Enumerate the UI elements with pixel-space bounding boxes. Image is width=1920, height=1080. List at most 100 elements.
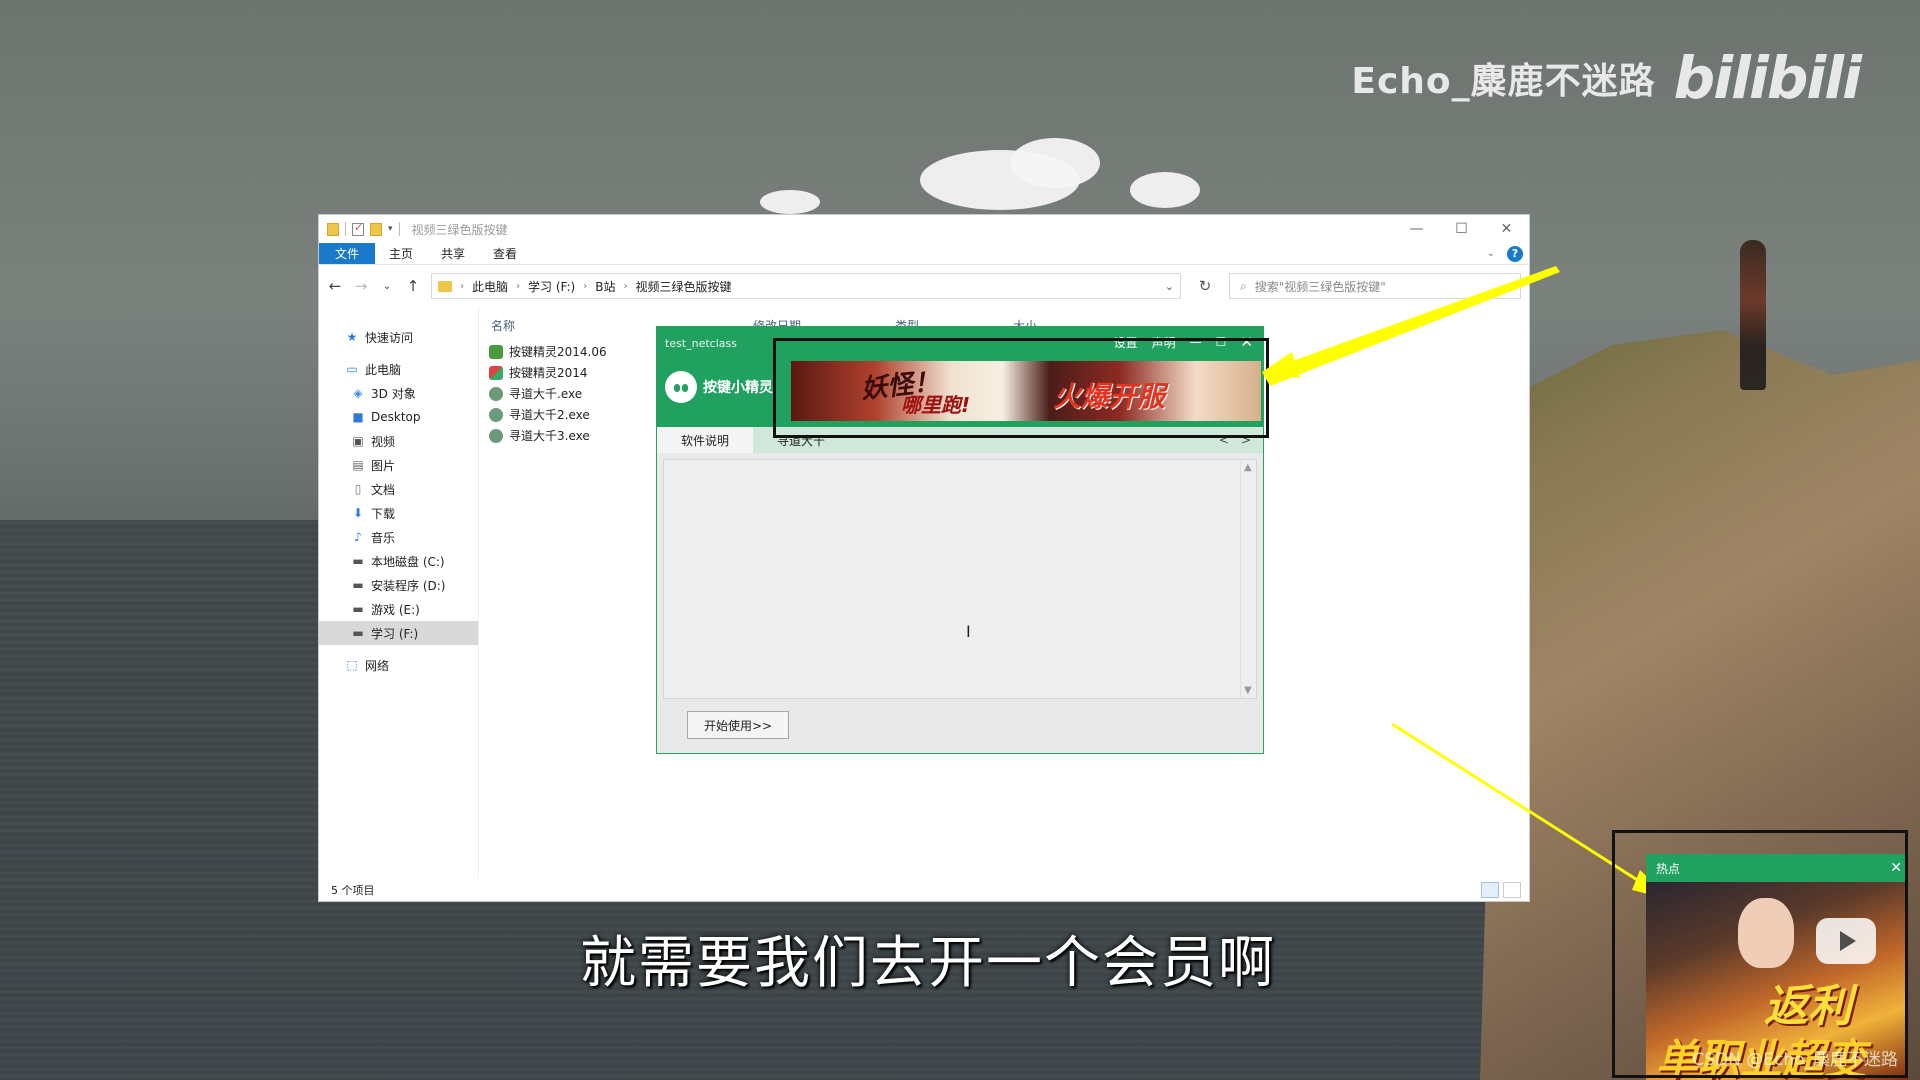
close-button[interactable]: ✕ [1484, 215, 1529, 243]
start-button[interactable]: 开始使用>> [687, 711, 789, 739]
exe-file-icon [489, 428, 503, 443]
expand-ribbon-icon[interactable]: ⌄ [1487, 248, 1495, 259]
address-dropdown-icon[interactable]: ⌄ [1165, 280, 1174, 293]
file-name: 按键精灵2014.06 [509, 345, 607, 359]
recent-locations-icon[interactable]: ⌄ [379, 281, 395, 292]
picture-icon: ▤ [352, 458, 364, 472]
app-title: test_netclass [665, 337, 737, 350]
file-row[interactable]: 按键精灵2014.06 [489, 341, 607, 362]
explorer-titlebar: ▾ 视频三绿色版按键 — ☐ ✕ [319, 215, 1529, 243]
document-icon: ▯ [354, 482, 362, 496]
nav-videos[interactable]: ▣ 视频 [319, 429, 478, 453]
watermark-author: Echo_麋鹿不迷路 [1351, 61, 1656, 102]
nav-label: 文档 [371, 482, 396, 497]
scroll-down-icon[interactable]: ▼ [1244, 685, 1252, 696]
drive-icon: ▬ [352, 578, 364, 592]
help-icon[interactable]: ? [1507, 245, 1523, 262]
nav-label: 安装程序 (D:) [371, 578, 446, 593]
download-icon: ⬇ [352, 506, 364, 520]
large-icons-view-icon[interactable] [1503, 882, 1521, 898]
maximize-button[interactable]: ☐ [1439, 215, 1484, 243]
nav-label: 游戏 (E:) [371, 602, 420, 617]
background-person [1740, 240, 1766, 390]
nav-this-pc[interactable]: ▭ 此电脑 [319, 357, 478, 381]
drive-icon: ▬ [352, 602, 364, 616]
back-icon[interactable]: ← [327, 277, 343, 295]
background-splash [1130, 172, 1200, 208]
ribbon-right: ⌄ ? [1487, 243, 1529, 264]
folder-icon [327, 222, 339, 236]
nav-label: 网络 [365, 658, 390, 673]
breadcrumb-bzhan[interactable]: B站 [595, 278, 615, 295]
nav-3d-objects[interactable]: ◈ 3D 对象 [319, 381, 478, 405]
nav-documents[interactable]: ▯ 文档 [319, 477, 478, 501]
file-row[interactable]: 寻道大千.exe [489, 383, 607, 404]
quick-access-dropdown-icon[interactable]: ▾ [388, 224, 393, 234]
file-name: 寻道大千.exe [509, 387, 583, 401]
ribbon-tabs: 文件 主页 共享 查看 ⌄ ? [319, 243, 1529, 265]
nav-desktop[interactable]: ■ Desktop [319, 405, 478, 429]
nav-drive-f[interactable]: ▬ 学习 (F:) [319, 621, 478, 645]
file-row[interactable]: 寻道大千2.exe [489, 404, 607, 425]
search-placeholder: 搜索"视频三绿色版按键" [1254, 279, 1386, 294]
navigation-pane: ★ 快速访问 ▭ 此电脑 ◈ 3D 对象 ■ Desktop ▣ 视频 ▤ 图片 [319, 307, 479, 879]
address-bar[interactable]: › 此电脑 › 学习 (F:) › B站 › 视频三绿色版按键 ⌄ [431, 273, 1181, 299]
minimize-button[interactable]: — [1394, 215, 1439, 243]
forward-icon[interactable]: → [353, 277, 369, 295]
nav-label: 此电脑 [365, 362, 402, 377]
status-bar: 5 个项目 [319, 879, 1529, 901]
nav-label: 学习 (F:) [371, 626, 419, 641]
new-folder-icon[interactable] [370, 222, 382, 236]
nav-drive-c[interactable]: ▬ 本地磁盘 (C:) [319, 549, 478, 573]
separator [398, 222, 400, 236]
folder-icon [438, 280, 452, 292]
cube-icon: ◈ [353, 386, 363, 400]
video-icon: ▣ [352, 434, 364, 448]
up-icon[interactable]: ↑ [405, 277, 421, 295]
app-brand: 按键小精灵 [665, 371, 773, 403]
properties-icon[interactable] [352, 221, 364, 236]
tab-share[interactable]: 共享 [427, 243, 479, 264]
item-count: 5 个项目 [331, 884, 375, 897]
nav-quick-access[interactable]: ★ 快速访问 [319, 325, 478, 349]
computer-icon: ▭ [346, 362, 358, 376]
nav-network[interactable]: ⬚ 网络 [319, 653, 478, 677]
star-icon: ★ [346, 330, 358, 344]
chevron-right-icon[interactable]: › [516, 281, 520, 292]
tab-software-info[interactable]: 软件说明 [657, 427, 754, 453]
csdn-watermark: CSDN @Echo_麋鹿不迷路 [1692, 1050, 1898, 1070]
banner-highlight-box [773, 338, 1269, 438]
chevron-right-icon[interactable]: › [460, 281, 464, 292]
nav-music[interactable]: ♪ 音乐 [319, 525, 478, 549]
info-textarea[interactable]: ▲ ▼ I [663, 459, 1257, 699]
music-icon: ♪ [354, 530, 362, 544]
nav-drive-e[interactable]: ▬ 游戏 (E:) [319, 597, 478, 621]
nav-label: 本地磁盘 (C:) [371, 554, 445, 569]
nav-label: Desktop [371, 410, 421, 424]
scroll-up-icon[interactable]: ▲ [1244, 462, 1252, 473]
drive-icon: ▬ [352, 626, 364, 640]
details-view-icon[interactable] [1481, 882, 1499, 898]
nav-pictures[interactable]: ▤ 图片 [319, 453, 478, 477]
breadcrumb-this-pc[interactable]: 此电脑 [472, 278, 508, 295]
chevron-right-icon[interactable]: › [623, 281, 627, 292]
scrollbar[interactable]: ▲ ▼ [1240, 460, 1256, 698]
chevron-right-icon[interactable]: › [583, 281, 587, 292]
breadcrumb-drive-f[interactable]: 学习 (F:) [528, 278, 575, 295]
breadcrumb-current-folder[interactable]: 视频三绿色版按键 [635, 278, 731, 295]
nav-drive-d[interactable]: ▬ 安装程序 (D:) [319, 573, 478, 597]
tab-file[interactable]: 文件 [319, 243, 376, 264]
bilibili-logo: bilibili [1673, 44, 1862, 112]
search-input[interactable]: ⌕ 搜索"视频三绿色版按键" [1229, 273, 1521, 299]
file-row[interactable]: 按键精灵2014 [489, 362, 607, 383]
file-list: 按键精灵2014.06 按键精灵2014 寻道大千.exe 寻道大千2.exe … [489, 341, 607, 446]
file-row[interactable]: 寻道大千3.exe [489, 425, 607, 446]
refresh-icon[interactable]: ↻ [1191, 273, 1219, 299]
nav-downloads[interactable]: ⬇ 下载 [319, 501, 478, 525]
nav-label: 3D 对象 [371, 386, 416, 401]
background-splash [1010, 138, 1100, 188]
tab-home[interactable]: 主页 [375, 243, 427, 264]
tab-view[interactable]: 查看 [479, 243, 531, 264]
nav-label: 快速访问 [365, 330, 414, 345]
bilibili-watermark: Echo_麋鹿不迷路 bilibili [1351, 44, 1862, 112]
